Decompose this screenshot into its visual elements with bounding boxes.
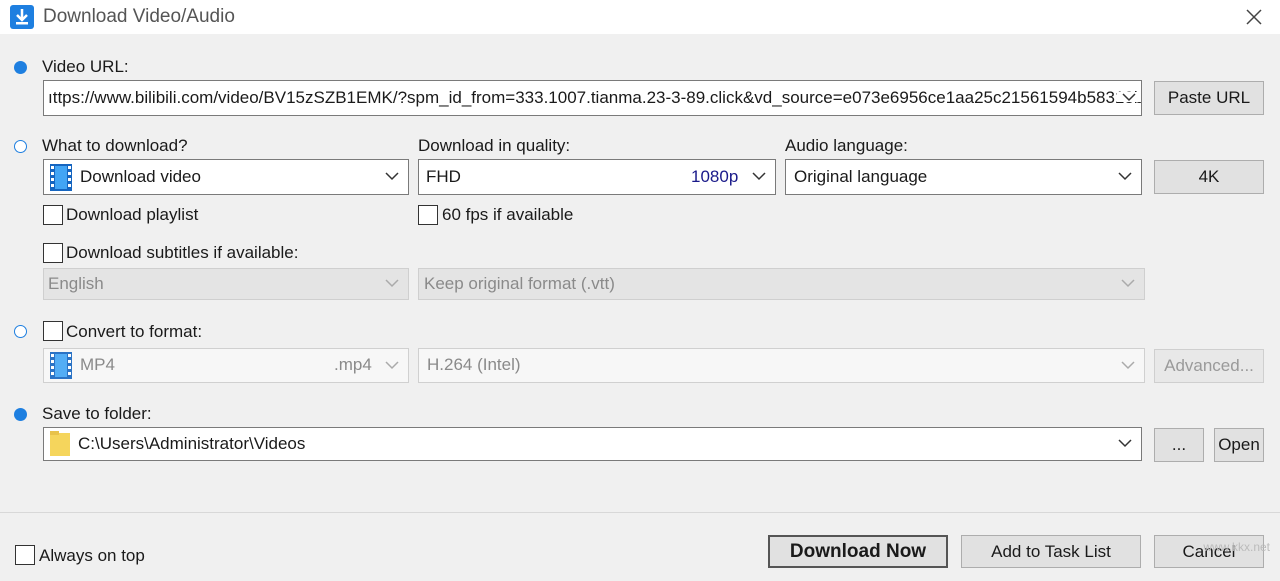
quality-resolution: 1080p bbox=[691, 167, 739, 186]
convert-section-radio[interactable] bbox=[14, 325, 27, 338]
quality-select[interactable]: FHD 1080p bbox=[418, 159, 776, 195]
quality-4k-button[interactable]: 4K bbox=[1154, 160, 1264, 194]
fps-checkbox[interactable] bbox=[418, 205, 438, 225]
download-section-radio[interactable] bbox=[14, 140, 27, 153]
paste-url-button[interactable]: Paste URL bbox=[1154, 81, 1264, 115]
subtitle-language-select: English bbox=[43, 268, 409, 300]
audio-language-value: Original language bbox=[794, 167, 928, 186]
always-on-top-checkbox[interactable] bbox=[15, 545, 35, 565]
subtitle-format-select: Keep original format (.vtt) bbox=[418, 268, 1145, 300]
chevron-down-icon bbox=[385, 172, 399, 181]
audio-language-label: Audio language: bbox=[785, 136, 908, 155]
convert-format-value: MP4 bbox=[80, 355, 115, 374]
folder-icon bbox=[50, 431, 70, 456]
codec-select: H.264 (Intel) bbox=[418, 348, 1145, 383]
subtitle-format-value: Keep original format (.vtt) bbox=[424, 274, 615, 293]
close-icon[interactable] bbox=[1240, 3, 1268, 31]
save-folder-select[interactable]: C:\Users\Administrator\Videos bbox=[43, 427, 1142, 461]
convert-format-select: MP4 .mp4 bbox=[43, 348, 409, 383]
what-to-download-label: What to download? bbox=[42, 136, 188, 155]
video-url-input[interactable]: ıttps://www.bilibili.com/video/BV15zSZB1… bbox=[43, 80, 1142, 116]
chevron-down-icon bbox=[1118, 439, 1132, 448]
chevron-down-icon bbox=[1118, 172, 1132, 181]
download-playlist-checkbox[interactable] bbox=[43, 205, 63, 225]
url-section-radio bbox=[14, 61, 27, 74]
subtitle-language-value: English bbox=[48, 274, 104, 293]
quality-value: FHD bbox=[426, 167, 461, 186]
save-folder-label: Save to folder: bbox=[42, 404, 152, 423]
what-to-download-value: Download video bbox=[80, 167, 201, 186]
open-folder-button[interactable]: Open bbox=[1214, 428, 1264, 462]
download-subtitles-checkbox[interactable] bbox=[43, 243, 63, 263]
video-url-value: ıttps://www.bilibili.com/video/BV15zSZB1… bbox=[48, 88, 1142, 107]
convert-extension: .mp4 bbox=[334, 355, 372, 374]
codec-value: H.264 (Intel) bbox=[427, 355, 521, 374]
film-icon bbox=[50, 352, 72, 379]
dialog-footer: Always on top Download Now Add to Task L… bbox=[0, 512, 1280, 581]
title-bar: Download Video/Audio bbox=[0, 0, 1280, 34]
folder-section-radio bbox=[14, 408, 27, 421]
download-now-button[interactable]: Download Now bbox=[768, 535, 948, 568]
download-quality-label: Download in quality: bbox=[418, 136, 571, 155]
watermark-text: www.kkx.net bbox=[1203, 540, 1270, 554]
fps-label[interactable]: 60 fps if available bbox=[442, 205, 573, 225]
convert-checkbox[interactable] bbox=[43, 321, 63, 341]
chevron-down-icon bbox=[1121, 361, 1135, 370]
always-on-top-label[interactable]: Always on top bbox=[39, 546, 145, 566]
chevron-down-icon[interactable] bbox=[1117, 92, 1141, 102]
chevron-down-icon bbox=[385, 361, 399, 370]
audio-language-select[interactable]: Original language bbox=[785, 159, 1142, 195]
download-subtitles-label[interactable]: Download subtitles if available: bbox=[66, 243, 298, 263]
download-playlist-label[interactable]: Download playlist bbox=[66, 205, 198, 225]
chevron-down-icon bbox=[385, 279, 399, 288]
chevron-down-icon bbox=[752, 172, 766, 181]
add-to-task-list-button[interactable]: Add to Task List bbox=[961, 535, 1141, 568]
advanced-button: Advanced... bbox=[1154, 349, 1264, 383]
window-title: Download Video/Audio bbox=[43, 6, 235, 27]
dialog-content: Video URL: ıttps://www.bilibili.com/vide… bbox=[0, 34, 1280, 512]
what-to-download-select[interactable]: Download video bbox=[43, 159, 409, 195]
film-icon bbox=[50, 164, 72, 191]
browse-button[interactable]: ... bbox=[1154, 428, 1204, 462]
convert-format-label[interactable]: Convert to format: bbox=[66, 322, 202, 342]
save-folder-path: C:\Users\Administrator\Videos bbox=[78, 434, 306, 453]
download-app-icon bbox=[10, 5, 34, 29]
video-url-label: Video URL: bbox=[42, 57, 129, 76]
chevron-down-icon bbox=[1121, 279, 1135, 288]
